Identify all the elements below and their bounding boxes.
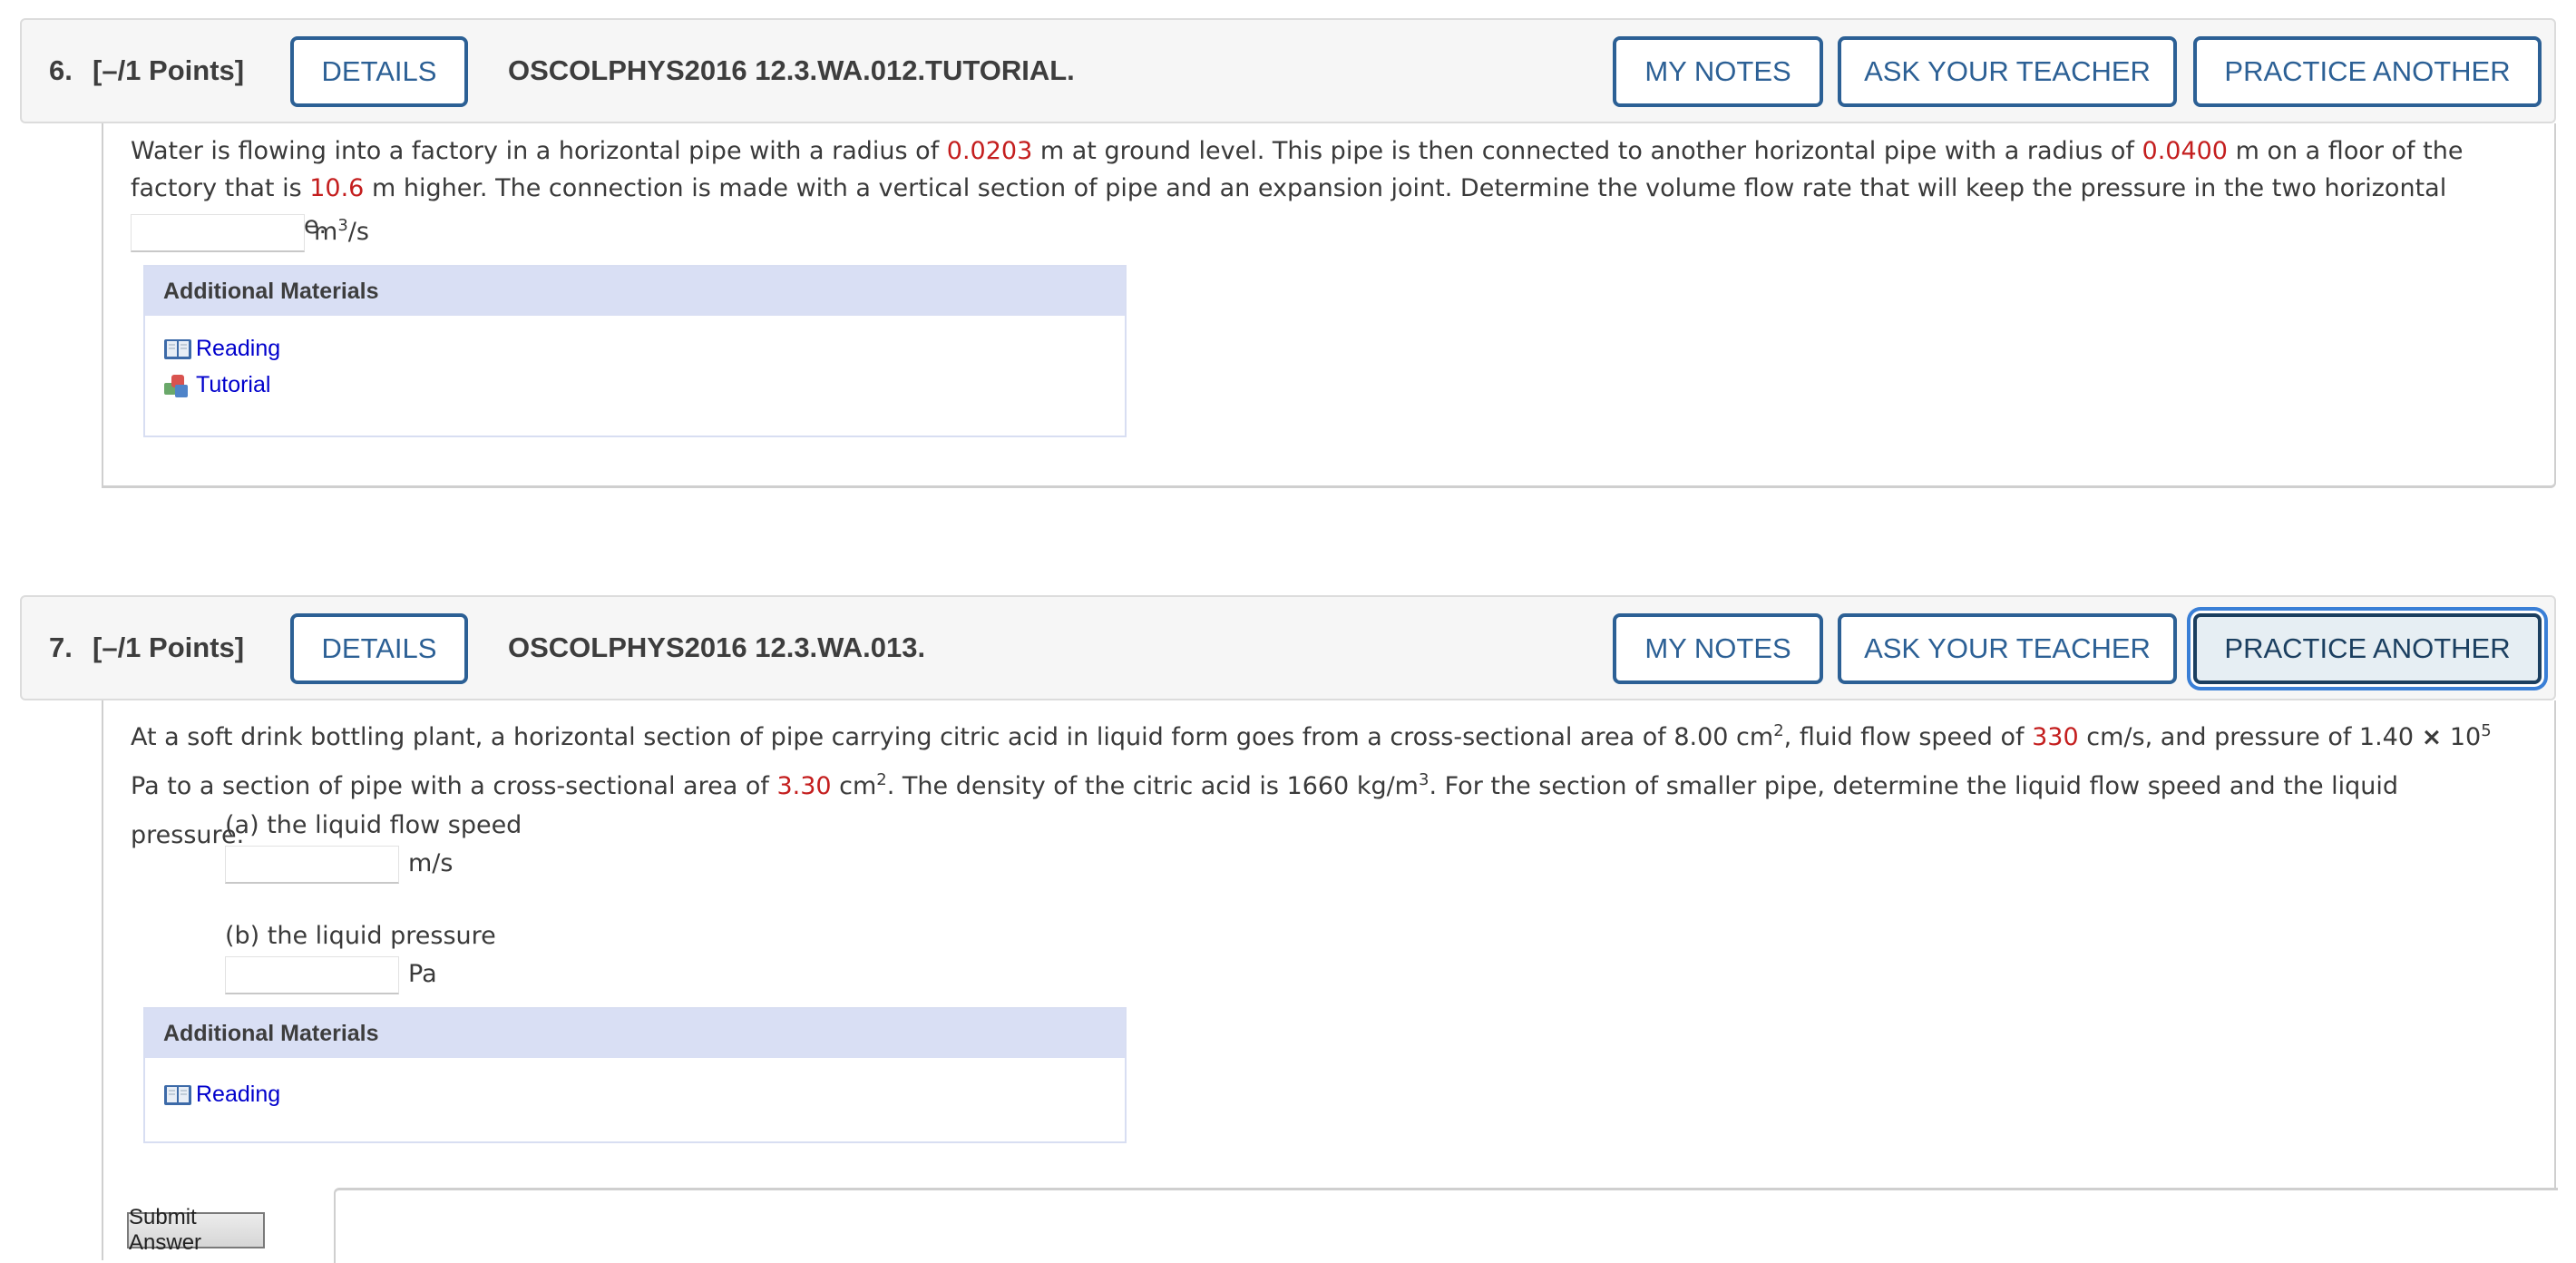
- volume-flow-rate-input[interactable]: [131, 214, 305, 252]
- question-points: [–/1 Points]: [93, 54, 245, 86]
- flow-speed-input[interactable]: [225, 846, 399, 884]
- question-code: OSCOLPHYS2016 12.3.WA.013.: [508, 632, 926, 663]
- book-icon: [163, 1082, 192, 1108]
- reading-link-label[interactable]: Reading: [196, 1082, 280, 1108]
- question-7-header: 7. [–/1 Points] DETAILS OSCOLPHYS2016 12…: [20, 595, 2556, 700]
- given-value: 0.0400: [2142, 137, 2228, 165]
- question-6-header: 6. [–/1 Points] DETAILS OSCOLPHYS2016 12…: [20, 18, 2556, 123]
- my-notes-button[interactable]: MY NOTES: [1613, 36, 1823, 107]
- part-b-unit: Pa: [408, 960, 437, 988]
- reading-link[interactable]: Reading: [163, 336, 280, 362]
- given-value: 330: [2032, 723, 2079, 751]
- ask-your-teacher-button[interactable]: ASK YOUR TEACHER: [1838, 613, 2177, 684]
- reading-link[interactable]: Reading: [163, 1082, 280, 1108]
- practice-another-button[interactable]: PRACTICE ANOTHER: [2193, 36, 2542, 107]
- question-6-body: Water is flowing into a factory in a hor…: [102, 123, 2556, 488]
- submit-answer-button[interactable]: Submit Answer: [127, 1205, 265, 1255]
- answer-unit: m3/s: [314, 216, 369, 247]
- reading-link-label[interactable]: Reading: [196, 336, 280, 362]
- details-button[interactable]: DETAILS: [290, 36, 468, 107]
- practice-another-button[interactable]: PRACTICE ANOTHER: [2193, 613, 2542, 684]
- part-a-unit: m/s: [408, 849, 454, 877]
- given-value: 10.6: [309, 174, 365, 202]
- book-icon: [163, 337, 192, 362]
- my-notes-button[interactable]: MY NOTES: [1613, 613, 1823, 684]
- question-prompt: Water is flowing into a factory in a hor…: [131, 137, 2464, 240]
- pressure-input[interactable]: [225, 956, 399, 994]
- tutorial-link[interactable]: Tutorial: [163, 372, 270, 398]
- question-number: 6.: [49, 54, 73, 86]
- question-7-body: At a soft drink bottling plant, a horizo…: [102, 700, 2556, 1190]
- tutorial-link-label[interactable]: Tutorial: [196, 372, 270, 398]
- additional-materials-panel: Additional Materials Reading Tutorial: [143, 265, 1127, 437]
- blocks-icon: [163, 373, 192, 398]
- question-number: 7.: [49, 632, 73, 663]
- body-border: [2554, 1143, 2556, 1190]
- additional-materials-panel: Additional Materials Reading: [143, 1007, 1127, 1143]
- details-button[interactable]: DETAILS: [290, 613, 468, 684]
- part-a-label: (a) the liquid flow speed: [225, 811, 522, 839]
- left-rail: [102, 1188, 103, 1260]
- additional-materials-heading: Additional Materials: [145, 1009, 1125, 1058]
- given-value: 0.0203: [946, 137, 1033, 165]
- part-b-label: (b) the liquid pressure: [225, 922, 496, 950]
- ask-your-teacher-button[interactable]: ASK YOUR TEACHER: [1838, 36, 2177, 107]
- question-points: [–/1 Points]: [93, 632, 245, 663]
- question-code: OSCOLPHYS2016 12.3.WA.012.TUTORIAL.: [508, 54, 1075, 86]
- additional-materials-heading: Additional Materials: [145, 267, 1125, 316]
- given-value: 3.30: [776, 772, 832, 800]
